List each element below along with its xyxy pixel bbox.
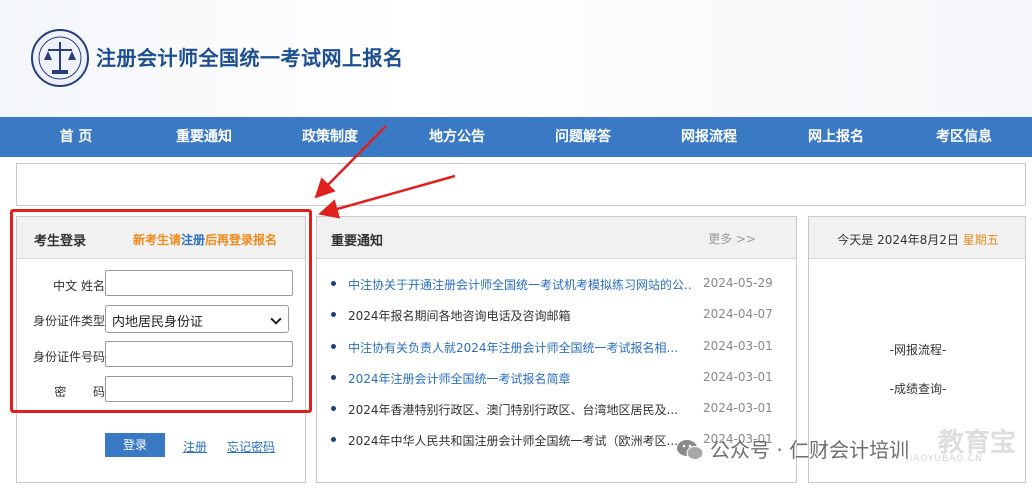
more-link[interactable]: 更多 >>	[708, 230, 756, 247]
login-tip-register-link[interactable]: 注册	[181, 233, 205, 247]
notice-item[interactable]: 2024年中华人民共和国注册会计师全国统一考试（欧洲考区... 2024-03-0…	[331, 431, 791, 449]
date-panel: 今天是 2024年8月2日 星期五 -网报流程- -成绩查询-	[808, 216, 1026, 483]
bullet-icon	[331, 312, 336, 317]
password-label: 密 码	[54, 385, 105, 399]
nav-item-policy[interactable]: 政策制度	[270, 117, 390, 157]
banner-area	[16, 163, 1026, 206]
notice-item[interactable]: 2024年注册会计师全国统一考试报名简章 2024-03-01	[331, 369, 791, 387]
today-date-text: 今天是 2024年8月2日	[837, 233, 963, 247]
bullet-icon	[331, 281, 336, 286]
notice-title[interactable]: 2024年香港特别行政区、澳门特别行政区、台湾地区居民及...	[348, 401, 693, 418]
side-link-score-query[interactable]: -成绩查询-	[809, 380, 1027, 397]
password-row: 密 码	[17, 376, 307, 404]
notice-item[interactable]: 2024年香港特别行政区、澳门特别行政区、台湾地区居民及... 2024-03-0…	[331, 400, 791, 418]
id-type-select[interactable]: 内地居民身份证	[105, 305, 289, 333]
notice-title[interactable]: 2024年中华人民共和国注册会计师全国统一考试（欧洲考区...	[348, 432, 693, 449]
bullet-icon	[331, 437, 336, 442]
notice-date: 2024-05-29	[703, 276, 773, 290]
notice-date: 2024-03-01	[703, 401, 773, 415]
name-input[interactable]	[105, 270, 293, 296]
main-nav: 首 页 重要通知 政策制度 地方公告 问题解答 网报流程 网上报名 考区信息	[0, 117, 1032, 157]
nav-item-process[interactable]: 网报流程	[649, 117, 769, 157]
cicpa-logo-icon	[31, 29, 89, 87]
notice-item[interactable]: 中注协关于开通注册会计师全国统一考试机考模拟练习网站的公... 2024-05-2…	[331, 275, 791, 293]
nav-item-local-announcements[interactable]: 地方公告	[397, 117, 517, 157]
login-tip-prefix: 新考生请	[133, 233, 182, 247]
notice-item[interactable]: 2024年报名期间各地咨询电话及咨询邮箱 2024-04-07	[331, 306, 791, 324]
notices-panel: 重要通知 更多 >> 中注协关于开通注册会计师全国统一考试机考模拟练习网站的公.…	[316, 216, 797, 483]
name-row: 中文 姓名	[17, 270, 307, 298]
login-panel-header: 考生登录 新考生请注册后再登录报名	[17, 217, 305, 259]
login-panel: 考生登录 新考生请注册后再登录报名 中文 姓名 身份证件类型 内地居民身份证 身…	[16, 216, 306, 483]
register-link[interactable]: 注册	[183, 438, 207, 455]
nav-item-online-registration[interactable]: 网上报名	[776, 117, 896, 157]
side-link-process[interactable]: -网报流程-	[809, 341, 1027, 358]
today-date: 今天是 2024年8月2日 星期五	[809, 231, 1027, 248]
notice-title[interactable]: 2024年注册会计师全国统一考试报名简章	[348, 370, 693, 387]
notice-date: 2024-03-01	[703, 432, 773, 446]
site-header: 注册会计师全国统一考试网上报名	[0, 0, 1032, 117]
notice-title[interactable]: 中注协关于开通注册会计师全国统一考试机考模拟练习网站的公...	[348, 276, 693, 293]
bullet-icon	[331, 406, 336, 411]
chevron-down-icon	[270, 313, 282, 325]
id-type-row: 身份证件类型 内地居民身份证	[17, 305, 307, 333]
id-type-label: 身份证件类型	[32, 314, 105, 328]
login-tip-suffix: 后再登录报名	[205, 233, 278, 247]
notice-date: 2024-04-07	[703, 307, 773, 321]
login-button[interactable]: 登录	[105, 433, 165, 457]
weekday: 星期五	[962, 233, 999, 247]
notice-item[interactable]: 中注协有关负责人就2024年注册会计师全国统一考试报名相... 2024-03-0…	[331, 338, 791, 356]
notice-date: 2024-03-01	[703, 339, 773, 353]
id-number-input[interactable]	[105, 341, 293, 367]
bullet-icon	[331, 344, 336, 349]
notices-panel-header: 重要通知 更多 >>	[317, 217, 796, 259]
notice-date: 2024-03-01	[703, 370, 773, 384]
id-number-label: 身份证件号码	[32, 350, 105, 364]
forgot-password-link[interactable]: 忘记密码	[227, 438, 275, 455]
notice-title[interactable]: 中注协有关负责人就2024年注册会计师全国统一考试报名相...	[348, 339, 693, 356]
date-panel-header: 今天是 2024年8月2日 星期五	[809, 217, 1025, 259]
nav-item-notices[interactable]: 重要通知	[144, 117, 264, 157]
nav-item-home[interactable]: 首 页	[16, 117, 136, 157]
bullet-icon	[331, 375, 336, 380]
nav-item-faq[interactable]: 问题解答	[523, 117, 643, 157]
login-title: 考生登录	[34, 234, 87, 249]
name-label: 中文 姓名	[53, 279, 105, 293]
notices-title: 重要通知	[331, 234, 384, 249]
site-title: 注册会计师全国统一考试网上报名	[96, 46, 404, 70]
login-tip: 新考生请注册后再登录报名	[133, 231, 277, 248]
id-type-selected-value: 内地居民身份证	[112, 315, 204, 330]
nav-item-exam-area-info[interactable]: 考区信息	[904, 117, 1024, 157]
id-number-row: 身份证件号码	[17, 341, 307, 369]
notice-title[interactable]: 2024年报名期间各地咨询电话及咨询邮箱	[348, 307, 693, 324]
password-input[interactable]	[105, 376, 293, 402]
